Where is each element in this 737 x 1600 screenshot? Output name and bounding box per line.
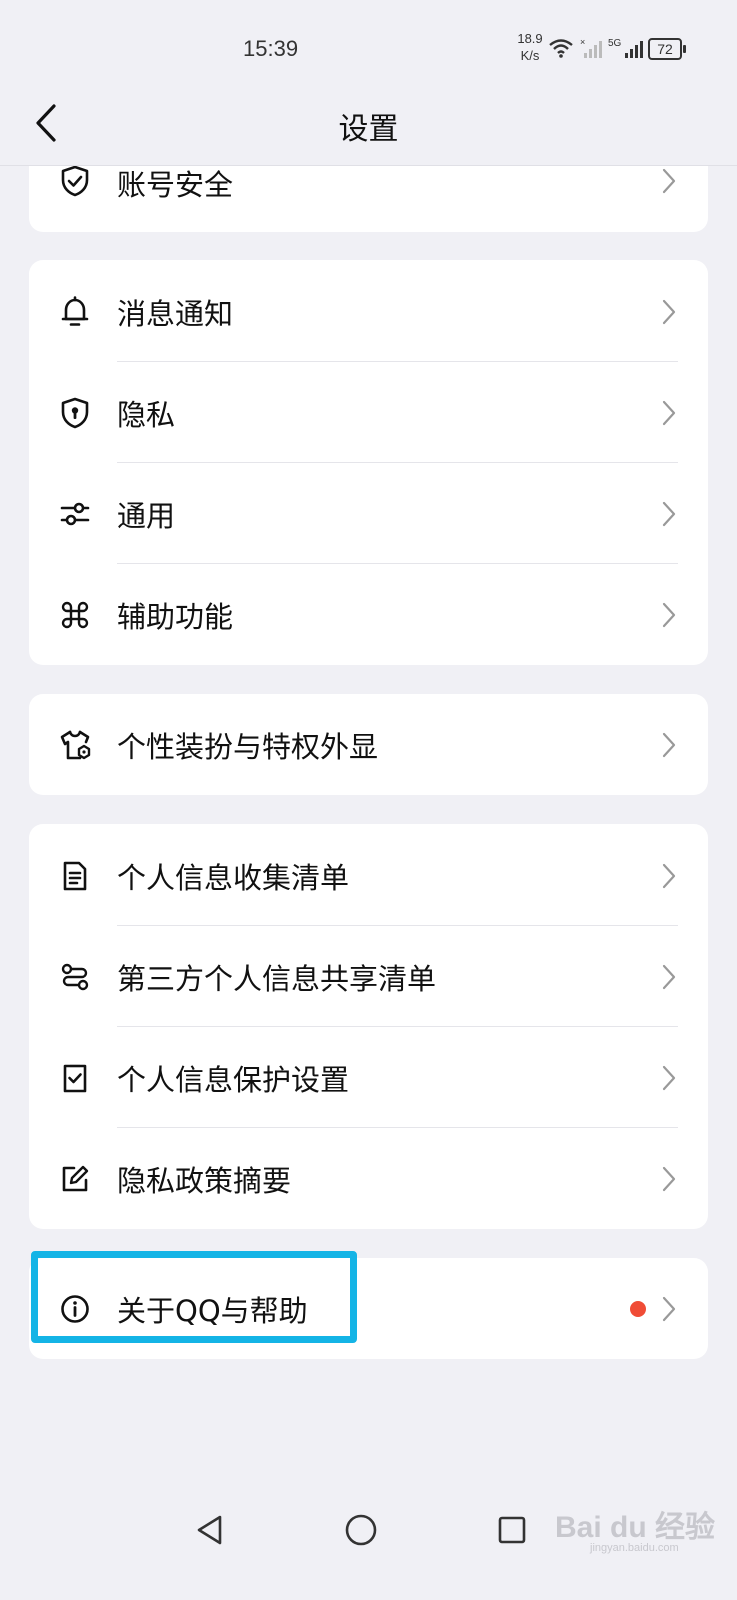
settings-item-notifications[interactable]: 消息通知 bbox=[29, 260, 708, 363]
signal-5g-label: 5G bbox=[608, 37, 622, 49]
sliders-icon bbox=[59, 498, 91, 530]
status-icons: × 5G bbox=[548, 36, 645, 60]
triangle-back-icon bbox=[197, 1515, 222, 1545]
settings-item-info-protection-settings[interactable]: 个人信息保护设置 bbox=[29, 1026, 708, 1129]
settings-item-about-qq-help[interactable]: 关于QQ与帮助 bbox=[29, 1258, 708, 1359]
chevron-right-icon bbox=[660, 499, 678, 529]
checkbox-doc-icon bbox=[59, 1062, 91, 1094]
document-list-icon bbox=[59, 860, 91, 892]
battery-indicator: 72 bbox=[648, 38, 686, 60]
settings-item-personalization[interactable]: 个性装扮与特权外显 bbox=[29, 694, 708, 795]
notification-badge bbox=[630, 1300, 646, 1317]
system-recents-button[interactable] bbox=[490, 1508, 534, 1552]
settings-item-privacy[interactable]: 隐私 bbox=[29, 361, 708, 464]
chevron-right-icon bbox=[660, 730, 678, 760]
shirt-icon bbox=[59, 729, 91, 761]
settings-item-label: 个人信息收集清单 bbox=[117, 860, 350, 895]
settings-item-label: 关于QQ与帮助 bbox=[117, 1293, 308, 1328]
bell-icon bbox=[59, 295, 91, 328]
edit-square-icon bbox=[59, 1163, 91, 1195]
chevron-right-icon bbox=[660, 600, 678, 630]
chevron-right-icon bbox=[660, 398, 678, 428]
settings-item-general[interactable]: 通用 bbox=[29, 462, 708, 565]
chevron-right-icon bbox=[660, 962, 678, 992]
shield-keyhole-icon bbox=[59, 397, 91, 429]
chevron-right-icon bbox=[660, 861, 678, 891]
network-speed-unit: K/s bbox=[520, 48, 540, 63]
settings-item-label: 隐私政策摘要 bbox=[117, 1163, 292, 1198]
settings-item-accessibility[interactable]: 辅助功能 bbox=[29, 563, 708, 665]
settings-item-label: 账号安全 bbox=[117, 168, 234, 202]
chevron-right-icon bbox=[660, 1294, 678, 1324]
settings-card-general: 消息通知 隐私 通用 辅助功能 bbox=[29, 260, 708, 665]
info-circle-icon bbox=[59, 1293, 91, 1325]
system-back-button[interactable] bbox=[188, 1508, 232, 1552]
command-icon bbox=[59, 599, 91, 631]
network-speed: 18.9 K/s bbox=[510, 30, 550, 64]
wifi-icon bbox=[549, 39, 573, 58]
chevron-right-icon bbox=[660, 1164, 678, 1194]
status-time: 15:39 bbox=[243, 36, 299, 61]
settings-item-label: 消息通知 bbox=[117, 296, 234, 331]
settings-item-label: 辅助功能 bbox=[117, 599, 234, 634]
share-route-icon bbox=[59, 961, 91, 993]
chevron-right-icon bbox=[660, 166, 678, 196]
status-bar: 15:39 18.9 K/s × 5G 72 bbox=[0, 0, 737, 100]
page-title: 设置 bbox=[338, 112, 399, 147]
settings-item-label: 隐私 bbox=[117, 397, 176, 432]
circle-home-icon bbox=[345, 1514, 377, 1546]
svg-text:×: × bbox=[580, 37, 585, 47]
settings-card-about: 关于QQ与帮助 bbox=[29, 1258, 708, 1359]
chevron-right-icon bbox=[660, 297, 678, 327]
settings-item-third-party-sharing-list[interactable]: 第三方个人信息共享清单 bbox=[29, 925, 708, 1028]
settings-card-personalization: 个性装扮与特权外显 bbox=[29, 694, 708, 795]
settings-item-privacy-policy-summary[interactable]: 隐私政策摘要 bbox=[29, 1127, 708, 1229]
nav-header: 设置 bbox=[0, 100, 737, 166]
settings-item-label: 第三方个人信息共享清单 bbox=[117, 961, 437, 996]
settings-item-label: 通用 bbox=[117, 498, 176, 533]
system-home-button[interactable] bbox=[339, 1508, 383, 1552]
settings-item-info-collection-list[interactable]: 个人信息收集清单 bbox=[29, 824, 708, 927]
baidu-watermark-url: jingyan.baidu.com bbox=[590, 1542, 679, 1554]
settings-item-label: 个性装扮与特权外显 bbox=[117, 729, 379, 764]
signal-weak-icon: × bbox=[580, 37, 602, 58]
shield-check-icon bbox=[59, 165, 91, 197]
settings-item-label: 个人信息保护设置 bbox=[117, 1062, 350, 1097]
chevron-right-icon bbox=[660, 1063, 678, 1093]
square-recents-icon bbox=[498, 1516, 526, 1544]
signal-icon bbox=[625, 41, 644, 58]
baidu-watermark: Bai du 经验 bbox=[555, 1511, 716, 1544]
settings-card-personal-info: 个人信息收集清单 第三方个人信息共享清单 个人信息保护设置 隐私政策摘要 bbox=[29, 824, 708, 1229]
network-speed-value: 18.9 bbox=[517, 31, 543, 46]
